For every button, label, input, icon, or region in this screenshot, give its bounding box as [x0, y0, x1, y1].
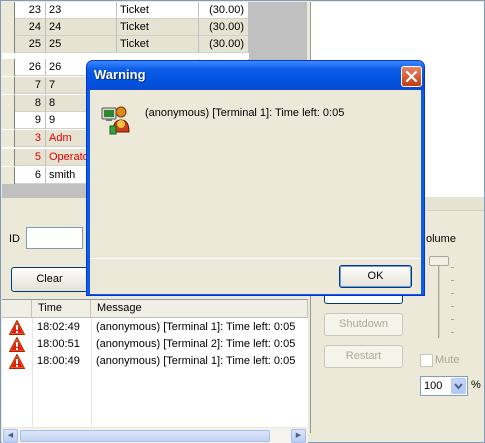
log-time: 18:00:51 [37, 338, 80, 350]
warning-icon [9, 337, 25, 352]
chevron-down-icon[interactable] [451, 378, 466, 394]
row-type: Ticket [117, 19, 199, 36]
mute-label: Mute [435, 354, 460, 366]
dialog-message: (anonymous) [Terminal 1]: Time left: 0:0… [145, 107, 345, 119]
slider-tick [451, 293, 454, 294]
volume-percent-value: 100 [424, 380, 443, 392]
scrollbar-thumb[interactable] [20, 430, 270, 442]
icon-column-header[interactable] [2, 300, 32, 318]
volume-slider-thumb[interactable] [429, 256, 449, 266]
row-number: 23 [15, 2, 46, 19]
row-number: 6 [15, 167, 46, 184]
row-indicator [2, 19, 15, 36]
volume-label: olume [426, 233, 456, 245]
row-indicator [2, 77, 15, 94]
row-number: 5 [15, 149, 46, 166]
row-indicator [2, 95, 15, 112]
id-input[interactable] [26, 227, 83, 249]
row-number: 3 [15, 130, 46, 147]
row-number: 25 [15, 36, 46, 53]
log-header: Time Message [2, 300, 308, 318]
ok-button[interactable]: OK [339, 265, 412, 288]
row-indicator [2, 167, 15, 184]
volume-slider-track[interactable] [438, 258, 440, 338]
dialog-title-bar[interactable]: Warning [87, 61, 424, 90]
dialog-body: (anonymous) [Terminal 1]: Time left: 0:0… [90, 90, 421, 294]
row-name: 25 [46, 36, 117, 53]
grid-row[interactable]: 25 25 Ticket (30.00) [2, 36, 249, 53]
row-number: 26 [15, 59, 46, 76]
id-label: ID [9, 233, 20, 245]
slider-tick [451, 332, 454, 333]
log-row[interactable]: 18:00:49 (anonymous) [Terminal 1]: Time … [2, 353, 308, 370]
mute-checkbox[interactable] [420, 354, 433, 367]
warning-dialog: Warning (anonymous) [Terminal 1]: Time l… [86, 60, 425, 296]
row-indicator [2, 112, 15, 129]
warning-icon [9, 320, 25, 335]
log-horizontal-scrollbar[interactable]: ◀ ▶ [2, 427, 308, 443]
row-name: 23 [46, 2, 117, 19]
row-amount: (30.00) [199, 2, 249, 19]
log-row[interactable]: 18:00:51 (anonymous) [Terminal 2]: Time … [2, 336, 308, 353]
message-column-header[interactable]: Message [91, 300, 308, 318]
volume-percent-select[interactable]: 100 [420, 376, 468, 396]
restart-button[interactable]: Restart [324, 345, 403, 368]
row-name: 24 [46, 19, 117, 36]
row-indicator [2, 149, 15, 166]
row-indicator [2, 2, 15, 19]
slider-tick [451, 267, 454, 268]
clear-button[interactable]: Clear [11, 267, 88, 292]
row-amount: (30.00) [199, 19, 249, 36]
dialog-title: Warning [94, 67, 146, 82]
main-window: 23 23 Ticket (30.00) 24 24 Ticket (30.00… [0, 0, 485, 443]
row-amount: (30.00) [199, 36, 249, 53]
log-message: (anonymous) [Terminal 1]: Time left: 0:0… [96, 355, 296, 367]
log-time: 18:02:49 [37, 321, 80, 333]
slider-tick [451, 306, 454, 307]
time-column-header[interactable]: Time [32, 300, 91, 318]
log-time: 18:00:49 [37, 355, 80, 367]
row-number: 8 [15, 95, 46, 112]
row-type: Ticket [117, 36, 199, 53]
log-message: (anonymous) [Terminal 2]: Time left: 0:0… [96, 338, 296, 350]
row-number: 7 [15, 77, 46, 94]
row-indicator [2, 59, 15, 76]
log-row[interactable]: 18:02:49 (anonymous) [Terminal 1]: Time … [2, 319, 308, 336]
warning-icon [9, 354, 25, 369]
dialog-separator [90, 258, 421, 259]
slider-tick [451, 319, 454, 320]
scroll-left-icon[interactable]: ◀ [3, 429, 18, 443]
shutdown-button[interactable]: Shutdown [324, 313, 403, 336]
slider-tick [451, 280, 454, 281]
close-button[interactable] [401, 66, 422, 87]
row-number: 9 [15, 112, 46, 129]
close-icon [405, 70, 418, 83]
log-message: (anonymous) [Terminal 1]: Time left: 0:0… [96, 321, 296, 333]
row-type: Ticket [117, 2, 199, 19]
event-log: Time Message 18:02:49 (anonymous) [Termi… [2, 299, 308, 428]
row-indicator [2, 130, 15, 147]
percent-sign: % [471, 379, 481, 391]
grid-row[interactable]: 23 23 Ticket (30.00) [2, 2, 249, 19]
row-number: 24 [15, 19, 46, 36]
grid-row[interactable]: 24 24 Ticket (30.00) [2, 19, 249, 36]
scroll-right-icon[interactable]: ▶ [291, 429, 306, 443]
terminal-user-icon [101, 106, 130, 135]
row-indicator [2, 36, 15, 53]
